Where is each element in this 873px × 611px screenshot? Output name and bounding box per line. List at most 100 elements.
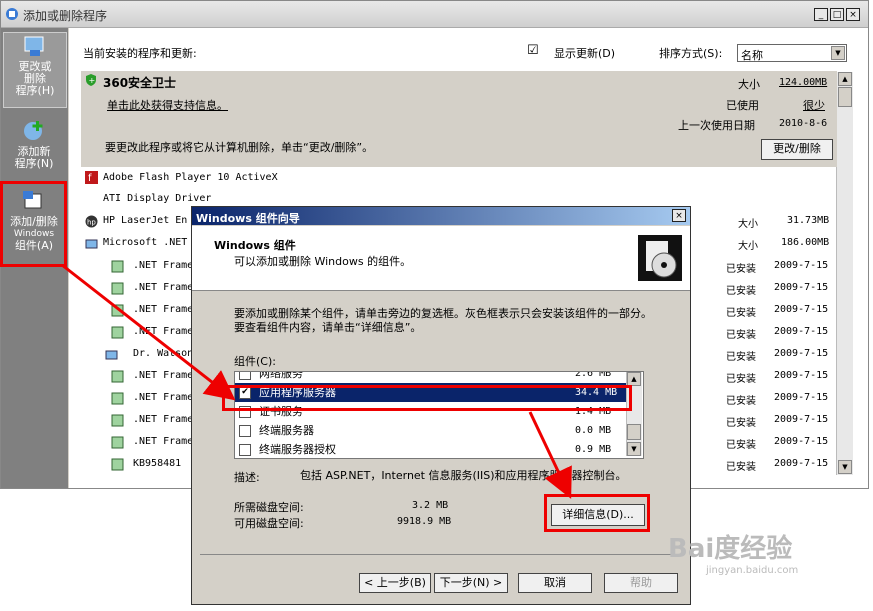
used-label: 已使用 — [726, 99, 759, 112]
show-updates-label: 显示更新(D) — [554, 47, 616, 60]
size-label: 大小 — [738, 78, 760, 91]
next-button[interactable]: 下一步(N) > — [434, 573, 508, 593]
update-icon — [111, 282, 124, 295]
list-item[interactable]: 终端服务器授权 0.9 MB — [235, 440, 627, 458]
program-name: .NET Frame — [133, 370, 194, 381]
show-updates-checkbox[interactable]: ☑ — [527, 43, 539, 58]
update-icon — [111, 260, 124, 273]
program-info-value: 2009-7-15 — [774, 414, 829, 425]
component-checkbox[interactable] — [239, 372, 251, 380]
add-program-icon — [24, 121, 43, 140]
program-name: Microsoft .NET — [103, 237, 188, 248]
help-button[interactable]: 帮助 — [604, 573, 678, 593]
update-icon — [111, 414, 124, 427]
program-info-label: 已安装 — [726, 264, 756, 275]
wizard-close-button[interactable]: × — [672, 209, 686, 222]
component-size: 0.9 MB — [575, 444, 612, 455]
list-scrollbar[interactable]: ▲ ▼ — [836, 72, 853, 475]
wizard-header: Windows 组件 可以添加或删除 Windows 的组件。 — [192, 226, 690, 291]
program-info-value: 2009-7-15 — [774, 436, 829, 447]
scroll-down-icon[interactable]: ▼ — [627, 442, 641, 456]
annotation-highlight-app-server — [222, 385, 632, 411]
program-info-value: 2009-7-15 — [774, 282, 829, 293]
selected-program-panel[interactable]: + 360安全卫士 单击此处获得支持信息。 要更改此程序或将它从计算机删除，单击… — [81, 71, 837, 167]
shield-icon: + — [86, 74, 96, 86]
cancel-button[interactable]: 取消 — [518, 573, 592, 593]
program-icon — [85, 239, 98, 249]
wizard-title: Windows 组件向导 — [196, 212, 300, 225]
wizard-heading: Windows 组件 — [214, 239, 296, 252]
program-info-label: 大小 — [738, 241, 758, 252]
sidebar-item-add-new[interactable]: 添加新 程序(N) — [3, 118, 65, 178]
minimize-button[interactable]: _ — [814, 8, 828, 21]
scroll-down-icon[interactable]: ▼ — [838, 460, 852, 474]
program-info-label: 已安装 — [726, 330, 756, 341]
available-space-label: 可用磁盘空间: — [234, 517, 304, 530]
component-size: 2.6 MB — [575, 371, 612, 379]
support-info-link[interactable]: 单击此处获得支持信息。 — [107, 97, 228, 113]
program-info-label: 已安装 — [726, 374, 756, 385]
component-checkbox[interactable] — [239, 425, 251, 437]
program-name: .NET Frame — [133, 326, 194, 337]
program-info-value: 2009-7-15 — [774, 458, 829, 469]
used-value: 很少 — [803, 99, 825, 112]
scroll-thumb[interactable] — [838, 87, 852, 107]
wizard-instructions: 要添加或删除某个组件，请单击旁边的复选框。灰色框表示只会安装该组件的一部分。要查… — [234, 307, 652, 334]
scroll-up-icon[interactable]: ▲ — [838, 72, 852, 86]
program-info-label: 已安装 — [726, 308, 756, 319]
selected-program-name: 360安全卫士 — [103, 76, 177, 90]
watermark-url: jingyan.baidu.com — [706, 565, 799, 576]
program-info-label: 已安装 — [726, 286, 756, 297]
program-name: .NET Frame — [133, 414, 194, 425]
program-info-value: 186.00MB — [781, 237, 830, 248]
program-name: .NET Frame — [133, 260, 194, 271]
program-name: KB958481 — [133, 458, 182, 469]
required-space-label: 所需磁盘空间: — [234, 501, 304, 514]
change-remove-button[interactable]: 更改/删除 — [761, 139, 833, 160]
list-item[interactable]: 终端服务器 0.0 MB — [235, 421, 627, 440]
program-info-label: 已安装 — [726, 352, 756, 363]
last-used-value: 2010-8-6 — [779, 118, 828, 129]
annotation-highlight-details — [544, 494, 650, 532]
watermark-brand: Bai度经验 — [668, 534, 793, 564]
program-name: .NET Frame — [133, 392, 194, 403]
list-item[interactable]: 网络服务 2.6 MB — [235, 371, 627, 383]
component-checkbox[interactable] — [239, 444, 251, 456]
components-label: 组件(C): — [234, 355, 276, 368]
program-info-label: 已安装 — [726, 418, 756, 429]
svg-text:+: + — [89, 76, 96, 85]
component-size: 0.0 MB — [575, 425, 612, 436]
program-name: .NET Frame — [133, 282, 194, 293]
list-item[interactable]: f Adobe Flash Player 10 ActiveX — [81, 167, 837, 188]
cd-box-icon — [638, 235, 682, 281]
update-icon — [111, 370, 124, 383]
sort-label: 排序方式(S): — [659, 47, 723, 60]
update-icon — [111, 392, 124, 405]
program-info-value: 2009-7-15 — [774, 326, 829, 337]
last-used-label: 上一次使用日期 — [678, 119, 755, 132]
component-name: 网络服务 — [259, 371, 303, 380]
program-name: Adobe Flash Player 10 ActiveX — [103, 172, 278, 183]
scroll-up-icon[interactable]: ▲ — [627, 372, 641, 386]
component-name: 终端服务器 — [259, 424, 314, 437]
size-value: 124.00MB — [779, 77, 828, 88]
update-icon — [111, 304, 124, 317]
sidebar-item-label: 程序(H) — [15, 84, 55, 97]
required-space-value: 3.2 MB — [412, 500, 449, 511]
annotation-highlight-windows-components — [0, 181, 67, 267]
change-remove-programs-icon — [24, 36, 44, 56]
flash-player-icon: f — [85, 171, 98, 184]
chevron-down-icon[interactable]: ▼ — [831, 46, 845, 60]
sort-select[interactable]: 名称 ▼ — [737, 44, 847, 62]
maximize-button[interactable]: □ — [830, 8, 844, 21]
program-info-value: 2009-7-15 — [774, 370, 829, 381]
description-label: 描述: — [234, 471, 260, 484]
sidebar-item-change-remove[interactable]: 更改或 删除 程序(H) — [3, 32, 67, 108]
back-button[interactable]: < 上一步(B) — [359, 573, 431, 593]
program-info-label: 已安装 — [726, 440, 756, 451]
sidebar-item-label: 程序(N) — [14, 157, 54, 170]
hp-icon: hp — [85, 215, 98, 228]
scroll-thumb[interactable] — [627, 424, 641, 440]
window-title: 添加或删除程序 — [23, 9, 108, 23]
close-button[interactable]: × — [846, 8, 860, 21]
